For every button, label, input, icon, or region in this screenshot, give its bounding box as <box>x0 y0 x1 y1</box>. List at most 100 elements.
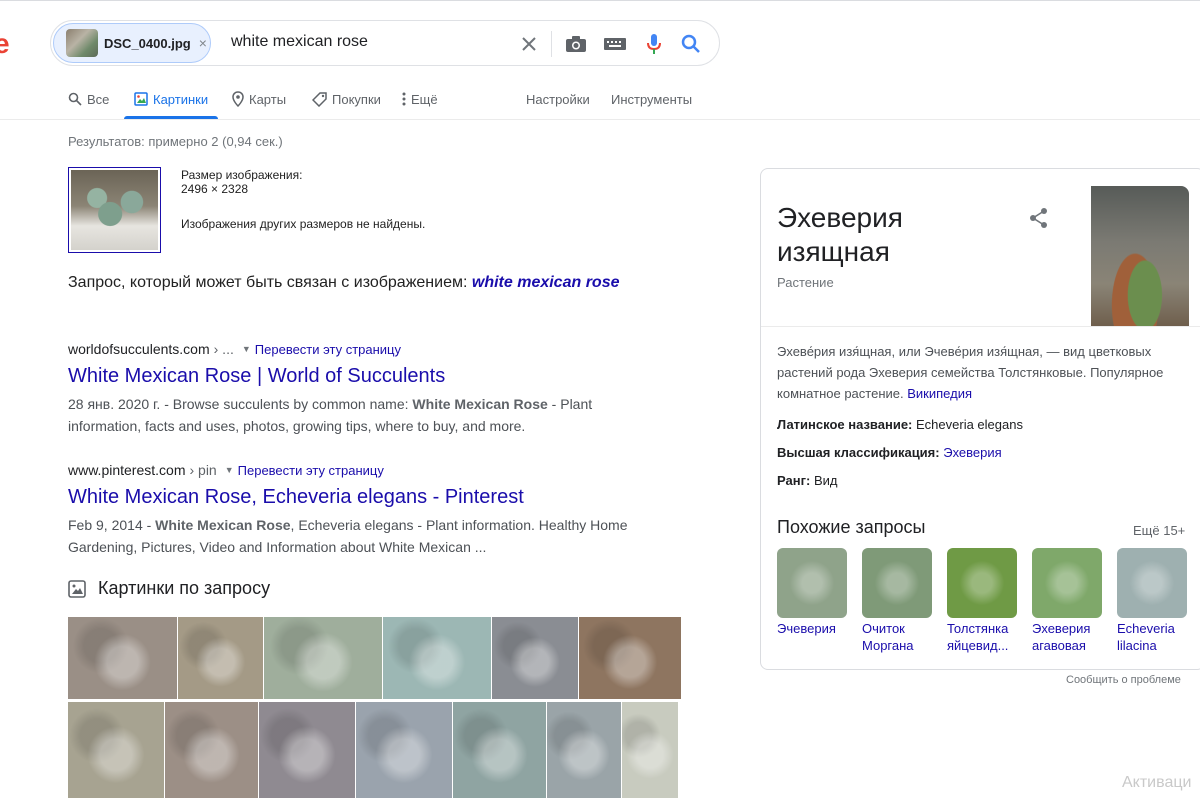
kp-fact-latin-name: Латинское название: Echeveria elegans <box>777 417 1023 432</box>
snippet-highlight: White Mexican Rose <box>155 517 291 533</box>
image-result[interactable] <box>178 617 263 699</box>
kp-fact-rank: Ранг: Вид <box>777 473 837 488</box>
tab-all-label: Все <box>87 91 110 107</box>
close-icon <box>522 37 536 51</box>
similar-label: Эхеверия агавовая <box>1032 621 1091 653</box>
images-section-label: Картинки по запросу <box>98 578 271 598</box>
wikipedia-link[interactable]: Википедия <box>907 386 972 401</box>
share-button[interactable] <box>1029 207 1049 234</box>
similar-more-link[interactable]: Ещё 15+ <box>1133 523 1185 538</box>
tab-maps-label: Карты <box>249 91 287 107</box>
image-result[interactable] <box>68 617 177 699</box>
activation-watermark: Активаци <box>1122 774 1192 791</box>
uploaded-image-thumbnail[interactable] <box>68 167 161 253</box>
similar-item[interactable]: Толстянка яйцевид... <box>947 548 1017 654</box>
result-title-link[interactable]: White Mexican Rose | World of Succulents <box>68 363 648 389</box>
kp-plant-photo[interactable] <box>1091 186 1189 326</box>
similar-label: Очиток Моргана <box>862 621 914 653</box>
fact-label: Высшая классификация: <box>777 445 940 460</box>
translate-link[interactable]: Перевести эту страницу <box>255 342 401 357</box>
image-result[interactable] <box>259 702 355 798</box>
image-result[interactable] <box>492 617 578 699</box>
snippet-text: Feb 9, 2014 - <box>68 517 156 533</box>
tab-shopping-label: Покупки <box>332 91 381 107</box>
similar-label: Эчеверия <box>777 621 836 636</box>
search-icon <box>68 92 82 106</box>
fact-value: Вид <box>813 473 838 488</box>
kp-subtitle: Растение <box>777 275 834 290</box>
report-problem-link[interactable]: Сообщить о проблеме <box>1066 674 1181 686</box>
search-result: worldofsucculents.com › ... ▼ Перевести … <box>68 341 648 437</box>
other-sizes-not-found: Изображения других размеров не найдены. <box>181 217 426 231</box>
google-logo[interactable]: e <box>0 28 10 60</box>
fact-label: Ранг: <box>777 473 811 488</box>
result-citation: worldofsucculents.com › ... ▼ Перевести … <box>68 341 648 357</box>
settings-link[interactable]: Настройки <box>526 88 590 110</box>
image-result[interactable] <box>264 617 382 699</box>
tools-link[interactable]: Инструменты <box>611 88 692 110</box>
snippet-text: 28 янв. 2020 г. - Browse succulents by c… <box>68 396 413 412</box>
tab-maps[interactable]: Карты <box>232 88 286 110</box>
image-chip-filename: DSC_0400.jpg <box>104 35 191 51</box>
tab-images[interactable]: Картинки <box>134 88 208 110</box>
similar-thumbnail <box>777 548 847 618</box>
result-breadcrumb: › pin <box>189 462 217 478</box>
clear-button[interactable] <box>517 32 541 56</box>
image-icon <box>134 92 148 106</box>
kp-divider <box>761 326 1200 327</box>
keyboard-icon <box>604 38 626 50</box>
result-citation: www.pinterest.com › pin ▼ Перевести эту … <box>68 462 648 478</box>
snippet-highlight: White Mexican Rose <box>412 396 548 412</box>
similar-item[interactable]: Эхеверия агавовая <box>1032 548 1102 654</box>
more-icon <box>402 92 406 106</box>
knowledge-panel: Эхеверия изящная Растение Эхеве́рия изя́… <box>760 168 1200 670</box>
camera-button[interactable] <box>564 32 588 56</box>
image-result[interactable] <box>356 702 452 798</box>
search-box[interactable]: DSC_0400.jpg × white mexican rose <box>50 20 720 66</box>
tab-more[interactable]: Ещё <box>402 88 438 110</box>
similar-thumbnail <box>947 548 1017 618</box>
image-result[interactable] <box>579 617 681 699</box>
related-query-link[interactable]: white mexican rose <box>472 274 620 291</box>
image-result[interactable] <box>453 702 546 798</box>
kp-fact-classification: Высшая классификация: Эхеверия <box>777 445 1002 460</box>
search-button[interactable] <box>679 32 703 56</box>
result-domain: www.pinterest.com <box>68 462 186 478</box>
search-input[interactable]: white mexican rose <box>231 33 368 51</box>
similar-item[interactable]: Эчеверия <box>777 548 847 637</box>
fact-value-link[interactable]: Эхеверия <box>943 445 1001 460</box>
kp-title: Эхеверия изящная <box>777 202 903 267</box>
tools-label: Инструменты <box>611 91 693 107</box>
uploaded-image <box>71 170 158 250</box>
fact-label: Латинское название: <box>777 417 913 432</box>
images-section-title: Картинки по запросу <box>68 578 270 599</box>
dropdown-triangle-icon[interactable]: ▼ <box>225 465 234 475</box>
result-breadcrumb: › ... <box>213 341 234 357</box>
dropdown-triangle-icon[interactable]: ▼ <box>242 344 251 354</box>
keyboard-button[interactable] <box>603 32 627 56</box>
similar-item[interactable]: Очиток Моргана <box>862 548 932 654</box>
image-result[interactable] <box>165 702 258 798</box>
similar-thumbnail <box>1117 548 1187 618</box>
image-result[interactable] <box>622 702 678 798</box>
image-icon <box>68 579 86 598</box>
result-title-link[interactable]: White Mexican Rose, Echeveria elegans - … <box>68 484 648 510</box>
tab-shopping[interactable]: Покупки <box>312 88 381 110</box>
image-chip[interactable]: DSC_0400.jpg × <box>53 23 211 63</box>
related-query: Запрос, который может быть связан с изоб… <box>68 274 620 292</box>
similar-thumbnail <box>862 548 932 618</box>
voice-search-button[interactable] <box>642 32 666 56</box>
fact-value: Echeveria elegans <box>916 417 1023 432</box>
related-query-prefix: Запрос, который может быть связан с изоб… <box>68 274 468 291</box>
search-divider <box>551 31 552 57</box>
similar-thumbnail <box>1032 548 1102 618</box>
similar-item[interactable]: Echeveria lilacina <box>1117 548 1187 654</box>
translate-link[interactable]: Перевести эту страницу <box>238 463 384 478</box>
image-result[interactable] <box>68 702 164 798</box>
image-result[interactable] <box>547 702 621 798</box>
image-chip-remove-button[interactable]: × <box>199 35 207 51</box>
image-result[interactable] <box>383 617 491 699</box>
image-size-label: Размер изображения: <box>181 168 303 182</box>
tab-all[interactable]: Все <box>68 88 109 110</box>
result-snippet: Feb 9, 2014 - White Mexican Rose, Echeve… <box>68 514 648 558</box>
